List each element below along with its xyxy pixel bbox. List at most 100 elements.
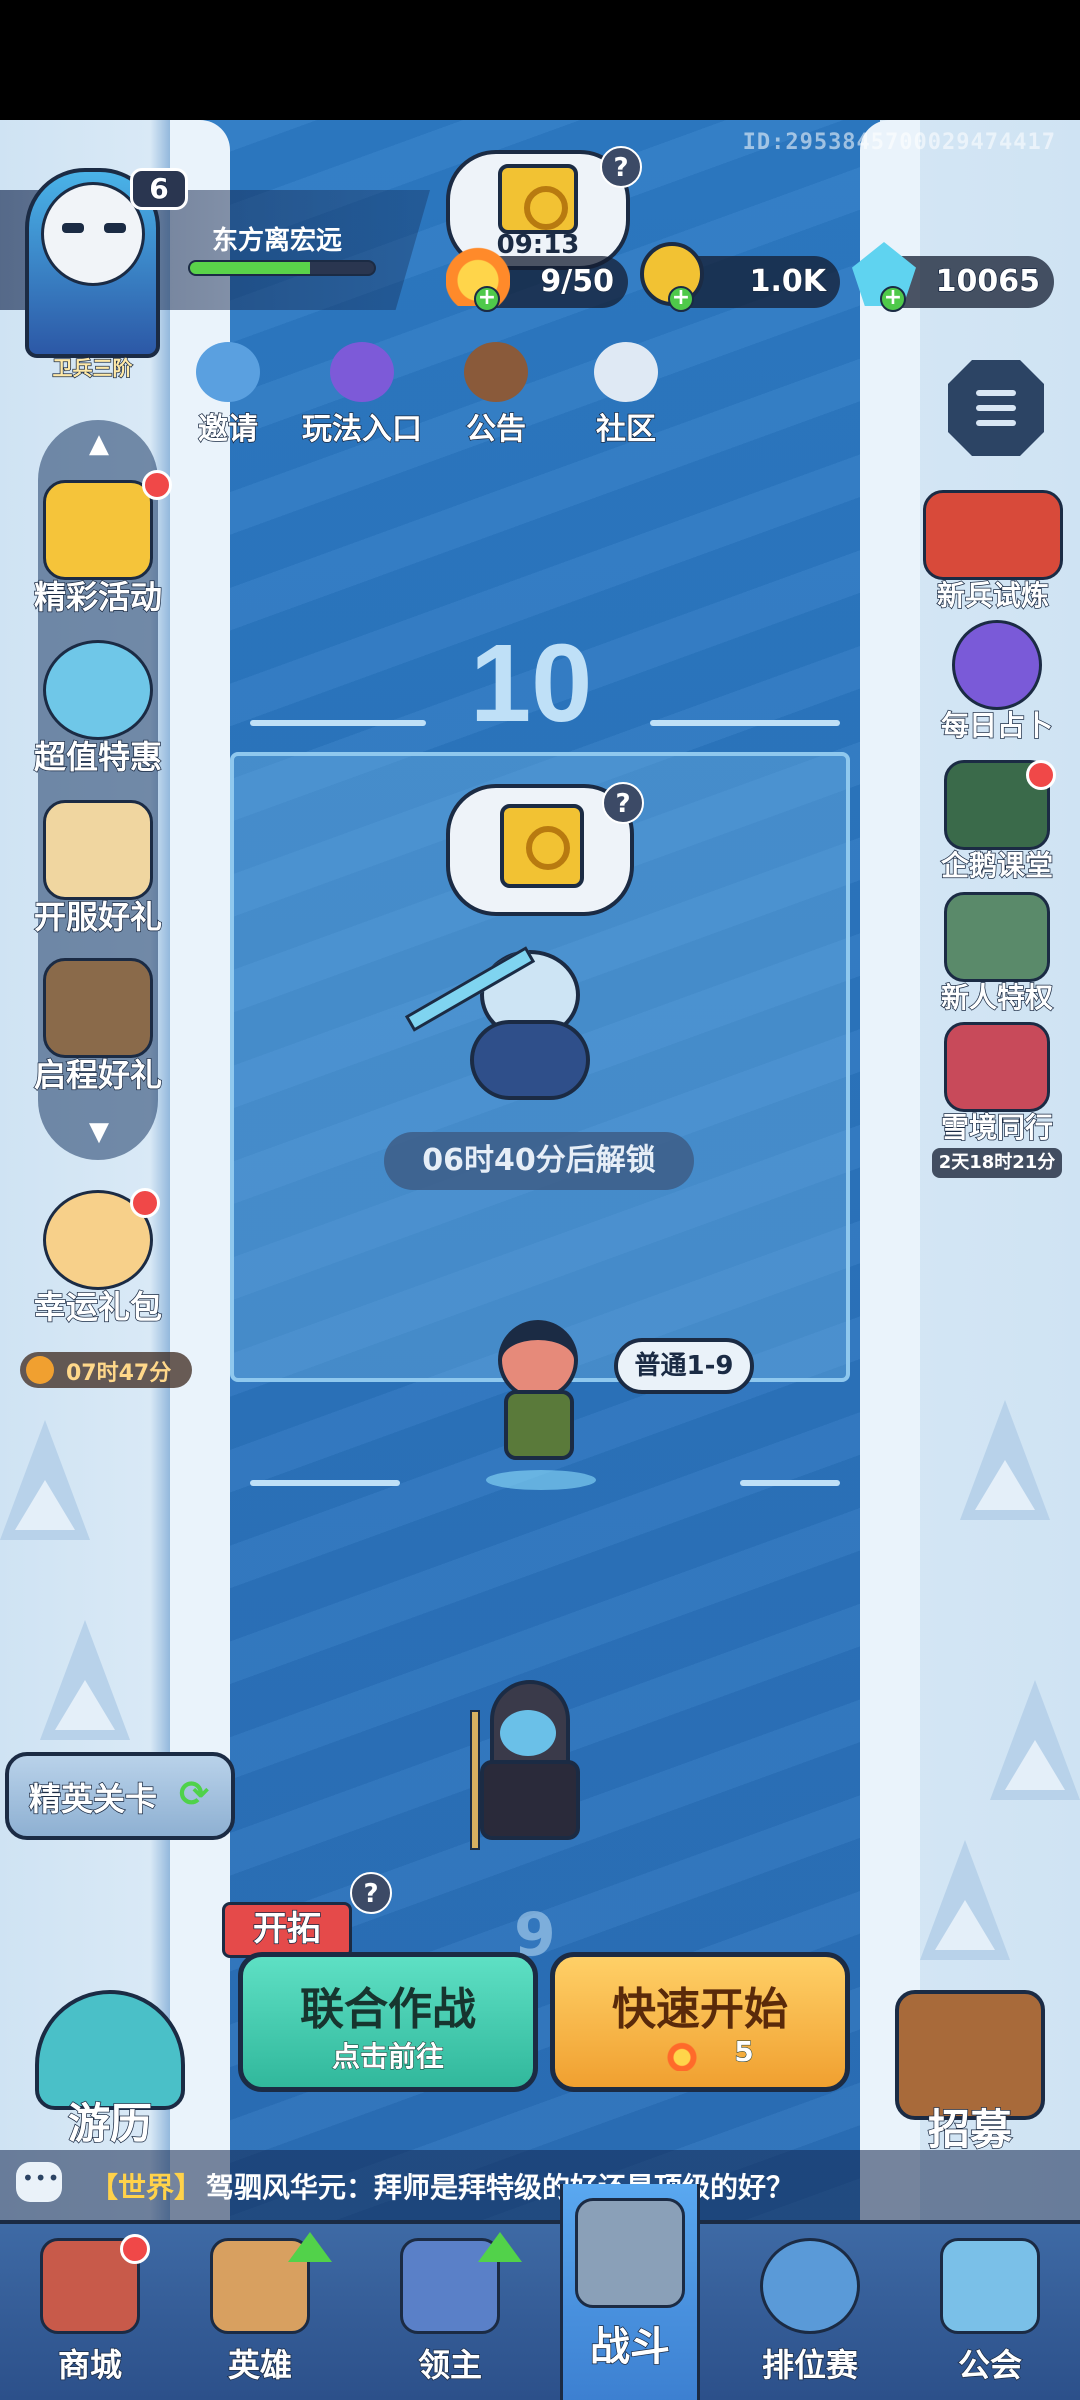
nav-heroes-label: 英雄	[227, 2345, 293, 2385]
help-icon[interactable]: ?	[350, 1872, 392, 1914]
level-badge: 6	[130, 168, 188, 210]
gold-value: 1.0K	[749, 263, 827, 300]
penguin-class-label: 企鹅课堂	[940, 848, 1054, 883]
journey-gift-label: 启程好礼	[33, 1055, 163, 1095]
player-id: ID:2953845700029474417	[742, 130, 1056, 155]
upgrade-arrow-icon	[288, 2232, 332, 2262]
nav-lord-label: 领主	[417, 2345, 483, 2385]
ranked-shield-icon	[760, 2238, 860, 2334]
recruit-trial-button[interactable]: 新兵试炼	[918, 490, 1068, 614]
value-deals-label: 超值特惠	[33, 737, 163, 777]
player-name: 东方离宏远	[212, 226, 343, 256]
xp-fill	[190, 262, 310, 274]
gameplay-entry-label: 玩法入口	[301, 411, 423, 448]
yeti-boss-character	[404, 940, 620, 1110]
gold-counter[interactable]: + 1.0K	[640, 242, 840, 312]
elite-stages-button[interactable]: 精英关卡 ⟳	[5, 1752, 235, 1840]
warrior-icon	[923, 490, 1063, 580]
stage-divider-right	[650, 720, 840, 726]
penguin-invite-icon	[196, 342, 260, 402]
server-gift-label: 开服好礼	[33, 897, 163, 937]
notification-dot	[142, 470, 172, 500]
gem-counter[interactable]: + 10065	[852, 242, 1054, 312]
key-icon	[500, 804, 584, 888]
journey-gift-button[interactable]: 启程好礼	[8, 958, 188, 1096]
nav-shop[interactable]: 商城	[0, 2224, 180, 2400]
nav-ranked[interactable]: 排位赛	[720, 2224, 900, 2400]
nav-battle[interactable]: 战斗	[560, 2184, 700, 2400]
chevron-up-icon[interactable]: ▲	[82, 431, 116, 457]
newbie-privilege-label: 新人特权	[940, 980, 1054, 1015]
community-label: 社区	[595, 411, 657, 448]
help-icon[interactable]: ?	[602, 782, 644, 824]
announcement-button[interactable]: 公告	[464, 342, 528, 448]
hero-character[interactable]	[486, 1320, 596, 1490]
xp-bar	[188, 260, 376, 276]
menu-button[interactable]	[948, 360, 1044, 456]
clock-icon	[43, 640, 153, 740]
chat-bubble-icon[interactable]	[16, 2162, 62, 2202]
help-icon[interactable]: ?	[600, 146, 642, 188]
stage-divider-left	[250, 720, 426, 726]
add-gold-icon[interactable]: +	[668, 286, 694, 312]
snow-tree	[960, 1400, 1050, 1520]
lucky-pack-button[interactable]: 幸运礼包	[8, 1190, 188, 1328]
invite-label: 邀请	[197, 411, 259, 448]
stage-number: 10	[470, 622, 593, 745]
rank-label: 卫兵三阶	[52, 355, 134, 381]
gameplay-entry-button[interactable]: 玩法入口	[301, 342, 423, 448]
quick-start-button[interactable]: 快速开始 5	[550, 1952, 850, 2092]
snowman-icon	[594, 342, 658, 402]
menu-line	[976, 390, 1016, 396]
hero-girl-icon	[43, 800, 153, 900]
difficulty-tag[interactable]: 普通1-9	[614, 1338, 754, 1394]
coop-battle-button[interactable]: 联合作战 点击前往	[238, 1952, 538, 2092]
nav-shop-label: 商城	[57, 2345, 123, 2385]
server-gift-button[interactable]: 开服好礼	[8, 800, 188, 938]
elite-stages-label: 精英关卡	[28, 1779, 158, 1819]
travel-button[interactable]: 游历	[10, 1990, 210, 2151]
community-button[interactable]: 社区	[594, 342, 658, 448]
add-stamina-icon[interactable]: +	[474, 286, 500, 312]
world-chat-bar[interactable]: 【世界】 驾驷风华元：拜师是拜特级的好还是顶级的好？	[0, 2150, 1080, 2220]
notification-dot	[130, 1188, 160, 1218]
announcement-label: 公告	[465, 411, 527, 448]
unlock-countdown: 06时40分后解锁	[384, 1132, 694, 1190]
notification-dot	[120, 2234, 150, 2264]
chat-channel: 【世界】	[90, 2171, 203, 2204]
value-deals-button[interactable]: 超值特惠	[8, 640, 188, 778]
menu-line	[976, 420, 1016, 426]
refresh-icon: ⟳	[179, 1774, 210, 1815]
chevron-down-icon[interactable]: ▼	[82, 1119, 116, 1145]
nav-heroes[interactable]: 英雄	[170, 2224, 350, 2400]
nav-lord[interactable]: 领主	[360, 2224, 540, 2400]
activities-label: 精彩活动	[33, 577, 163, 617]
timer-icon	[26, 1356, 54, 1384]
crystal-ball-icon	[952, 620, 1042, 710]
nav-guild[interactable]: 公会	[900, 2224, 1080, 2400]
notification-dot	[1026, 760, 1056, 790]
recruit-button[interactable]: 招募	[860, 1990, 1080, 2157]
stage-divider-bottom-right	[740, 1480, 840, 1486]
invite-button[interactable]: 邀请	[196, 342, 260, 448]
explore-tag: 开拓	[222, 1902, 352, 1958]
daily-divination-button[interactable]: 每日占卜	[922, 620, 1072, 744]
snow-companion-button[interactable]: 雪境同行 2天18时21分	[922, 1022, 1072, 1178]
quick-start-cost: 5	[734, 2035, 754, 2069]
companion-girl-icon	[944, 1022, 1050, 1112]
snowbank-right	[860, 120, 920, 2280]
coop-battle-sub: 点击前往	[331, 2040, 444, 2074]
crossed-weapons-icon	[575, 2198, 685, 2308]
stamina-counter[interactable]: + 9/50	[446, 242, 628, 312]
daily-divination-label: 每日占卜	[940, 708, 1054, 743]
snow-tree	[40, 1620, 130, 1740]
add-gems-icon[interactable]: +	[880, 286, 906, 312]
game-scene: ID:2953845700029474417 6 卫兵三阶 东方离宏远 09:1…	[0, 120, 1080, 2400]
treasure-chest-icon	[43, 480, 153, 580]
recruit-label: 招募	[927, 2104, 1013, 2155]
activities-button[interactable]: 精彩活动	[8, 480, 188, 618]
snow-companion-label: 雪境同行	[940, 1110, 1054, 1145]
newbie-privilege-button[interactable]: 新人特权	[922, 892, 1072, 1016]
gem-value: 10065	[935, 263, 1041, 300]
nav-ranked-label: 排位赛	[761, 2345, 859, 2385]
